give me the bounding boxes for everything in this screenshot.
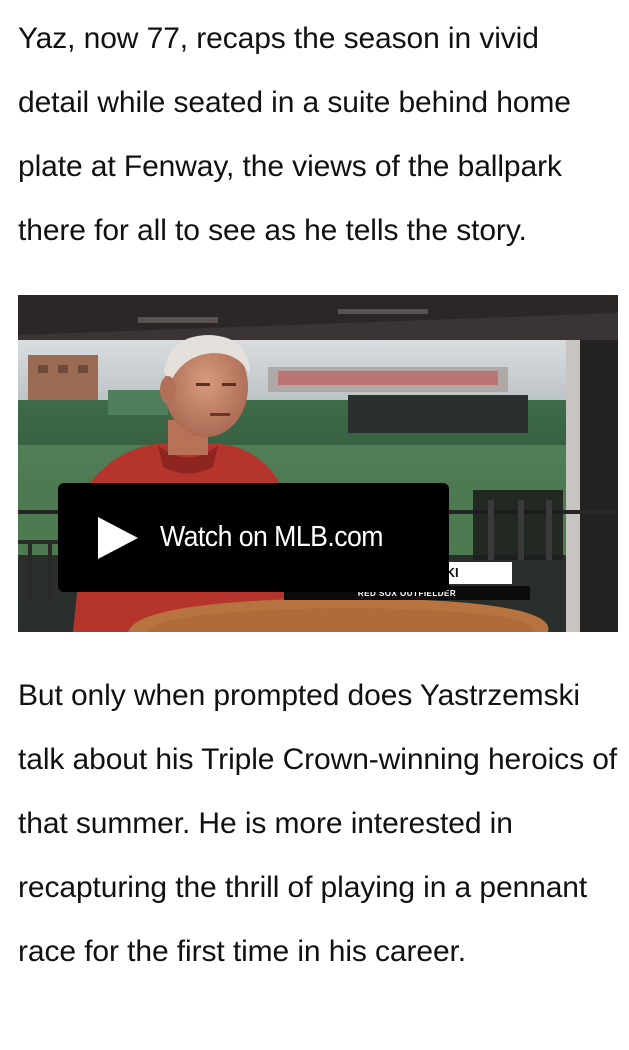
article-paragraph: Yaz, now 77, recaps the season in vivid … — [18, 22, 571, 247]
watch-label: Watch on MLB.com — [160, 521, 384, 553]
article-paragraph: But only when prompted does Yastrzemski … — [18, 679, 618, 968]
video-player[interactable]: SKI RED SOX OUTFIELDER Watch on MLB.com — [18, 295, 618, 632]
play-icon — [98, 516, 138, 559]
watch-on-mlb-button[interactable]: Watch on MLB.com — [58, 483, 449, 592]
